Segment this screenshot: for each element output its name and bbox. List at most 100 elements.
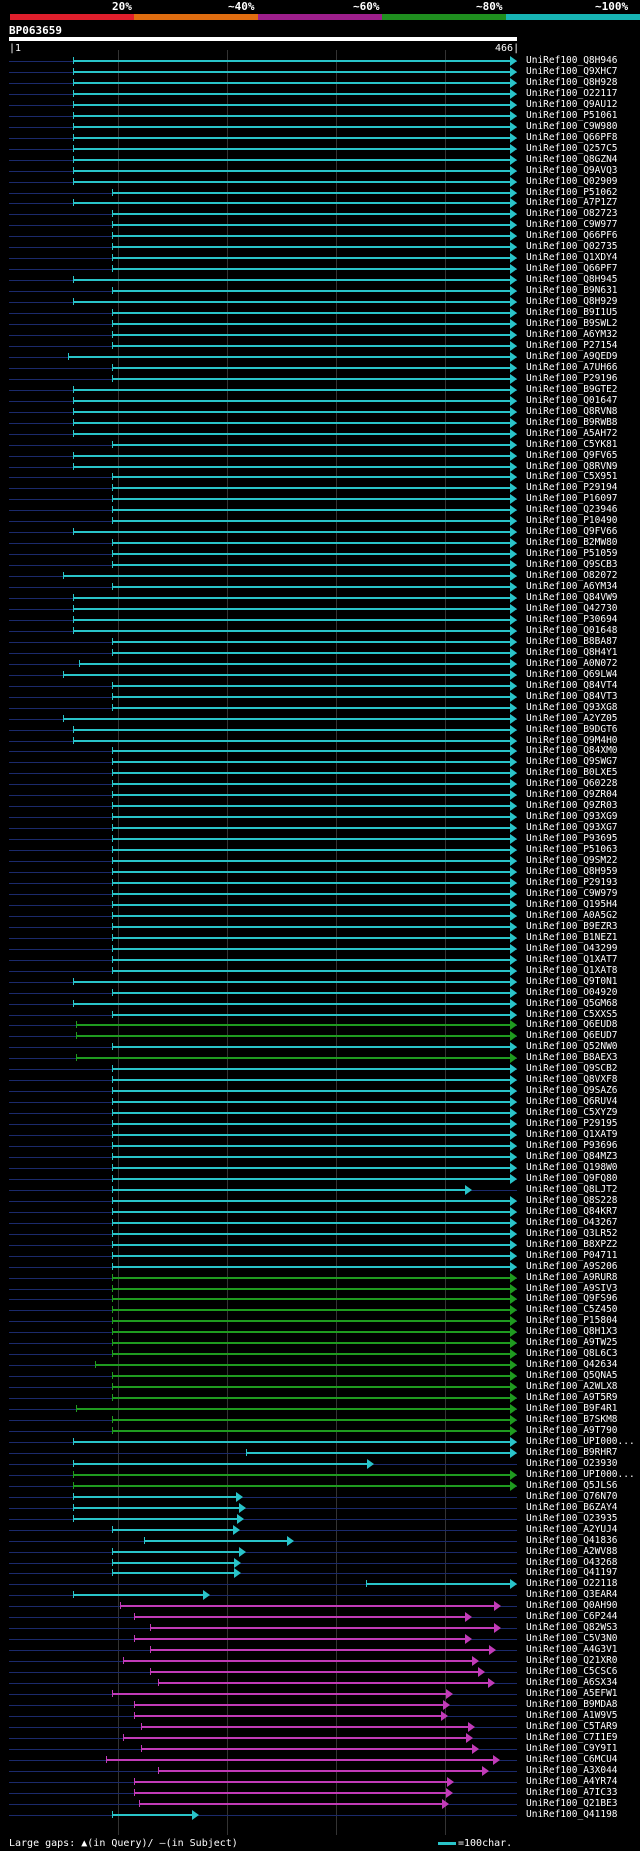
hit-label[interactable]: UniRef100_O23935 [526,1514,618,1524]
hit-bar[interactable] [73,531,511,533]
hit-bar[interactable] [67,356,511,358]
hit-label[interactable]: UniRef100_B9RHR7 [526,1448,618,1458]
hit-label[interactable]: UniRef100_Q66PF6 [526,231,618,241]
hit-label[interactable]: UniRef100_A0A5G2 [526,911,618,921]
hit-bar[interactable] [62,674,511,676]
hit-bar[interactable] [73,1518,238,1520]
hit-label[interactable]: UniRef100_Q1XAT8 [526,966,618,976]
hit-bar[interactable] [73,1474,511,1476]
hit-label[interactable]: UniRef100_C9W977 [526,220,618,230]
hit-bar[interactable] [111,1167,511,1169]
hit-bar[interactable] [111,641,511,643]
hit-label[interactable]: UniRef100_Q41198 [526,1810,618,1820]
hit-label[interactable]: UniRef100_Q5GM68 [526,999,618,1009]
hit-bar[interactable] [111,509,511,511]
hit-bar[interactable] [73,740,511,742]
hit-label[interactable]: UniRef100_P27154 [526,341,618,351]
hit-label[interactable]: UniRef100_Q6RUV4 [526,1097,618,1107]
hit-bar[interactable] [111,1189,467,1191]
hit-bar[interactable] [111,1101,511,1103]
hit-bar[interactable] [111,860,511,862]
hit-label[interactable]: UniRef100_Q198W0 [526,1163,618,1173]
hit-label[interactable]: UniRef100_B8AEX3 [526,1053,618,1063]
hit-label[interactable]: UniRef100_Q01648 [526,626,618,636]
hit-bar[interactable] [111,1386,511,1388]
hit-label[interactable]: UniRef100_Q52NW0 [526,1042,618,1052]
hit-label[interactable]: UniRef100_P29194 [526,483,618,493]
hit-bar[interactable] [246,1452,511,1454]
hit-label[interactable]: UniRef100_A9RUR8 [526,1273,618,1283]
hit-label[interactable]: UniRef100_C5X951 [526,472,618,482]
hit-bar[interactable] [111,1178,511,1180]
hit-bar[interactable] [111,257,511,259]
hit-label[interactable]: UniRef100_Q9FV66 [526,527,618,537]
hit-label[interactable]: UniRef100_Q8RVN8 [526,407,618,417]
hit-label[interactable]: UniRef100_Q8H945 [526,275,618,285]
hit-bar[interactable] [111,772,511,774]
hit-label[interactable]: UniRef100_Q82WS3 [526,1623,618,1633]
hit-bar[interactable] [73,729,511,731]
hit-label[interactable]: UniRef100_A6SX34 [526,1678,618,1688]
hit-bar[interactable] [73,619,511,621]
hit-bar[interactable] [111,1277,511,1279]
hit-bar[interactable] [366,1583,511,1585]
hit-bar[interactable] [111,1244,511,1246]
hit-label[interactable]: UniRef100_C9Y9I1 [526,1744,618,1754]
hit-bar[interactable] [144,1540,289,1542]
hit-bar[interactable] [73,455,511,457]
hit-label[interactable]: UniRef100_Q02909 [526,177,618,187]
hit-bar[interactable] [111,794,511,796]
hit-label[interactable]: UniRef100_C6MCU4 [526,1755,618,1765]
hit-label[interactable]: UniRef100_Q84MZ3 [526,1152,618,1162]
hit-label[interactable]: UniRef100_Q3LR52 [526,1229,618,1239]
hit-label[interactable]: UniRef100_B7SKM8 [526,1415,618,1425]
hit-bar[interactable] [111,444,511,446]
hit-bar[interactable] [111,1200,511,1202]
hit-label[interactable]: UniRef100_Q8H946 [526,56,618,66]
hit-bar[interactable] [111,1156,511,1158]
hit-label[interactable]: UniRef100_Q9T0N1 [526,977,618,987]
hit-label[interactable]: UniRef100_P29196 [526,374,618,384]
hit-bar[interactable] [111,882,511,884]
hit-bar[interactable] [111,937,511,939]
hit-label[interactable]: UniRef100_Q41836 [526,1536,618,1546]
hit-bar[interactable] [111,192,511,194]
hit-bar[interactable] [133,1704,445,1706]
hit-label[interactable]: UniRef100_UPI000... [526,1437,635,1447]
hit-bar[interactable] [111,904,511,906]
hit-label[interactable]: UniRef100_A2WLX8 [526,1382,618,1392]
hit-bar[interactable] [111,323,511,325]
hit-bar[interactable] [73,170,511,172]
hit-bar[interactable] [73,608,511,610]
hit-bar[interactable] [149,1627,495,1629]
hit-label[interactable]: UniRef100_A7P1Z7 [526,198,618,208]
hit-label[interactable]: UniRef100_O23930 [526,1459,618,1469]
hit-label[interactable]: UniRef100_C5CSC6 [526,1667,618,1677]
hit-label[interactable]: UniRef100_B9SWL2 [526,319,618,329]
hit-bar[interactable] [73,411,511,413]
hit-label[interactable]: UniRef100_Q01647 [526,396,618,406]
hit-bar[interactable] [111,487,511,489]
hit-bar[interactable] [111,1222,511,1224]
hit-label[interactable]: UniRef100_Q8H929 [526,297,618,307]
hit-bar[interactable] [111,1123,511,1125]
hit-bar[interactable] [120,1605,495,1607]
hit-label[interactable]: UniRef100_O04920 [526,988,618,998]
hit-bar[interactable] [73,60,511,62]
hit-bar[interactable] [75,1057,511,1059]
hit-bar[interactable] [157,1770,483,1772]
hit-bar[interactable] [111,1014,511,1016]
hit-label[interactable]: UniRef100_A1W9V5 [526,1711,618,1721]
hit-bar[interactable] [73,597,511,599]
hit-label[interactable]: UniRef100_Q8VXF8 [526,1075,618,1085]
hit-bar[interactable] [111,926,511,928]
hit-bar[interactable] [73,422,511,424]
hit-label[interactable]: UniRef100_A4G3V1 [526,1645,618,1655]
hit-label[interactable]: UniRef100_Q9XHC7 [526,67,618,77]
hit-label[interactable]: UniRef100_A7UH66 [526,363,618,373]
hit-label[interactable]: UniRef100_B9GTE2 [526,385,618,395]
hit-bar[interactable] [111,805,511,807]
hit-bar[interactable] [111,1572,235,1574]
hit-label[interactable]: UniRef100_Q93XG7 [526,823,618,833]
hit-label[interactable]: UniRef100_A0N072 [526,659,618,669]
